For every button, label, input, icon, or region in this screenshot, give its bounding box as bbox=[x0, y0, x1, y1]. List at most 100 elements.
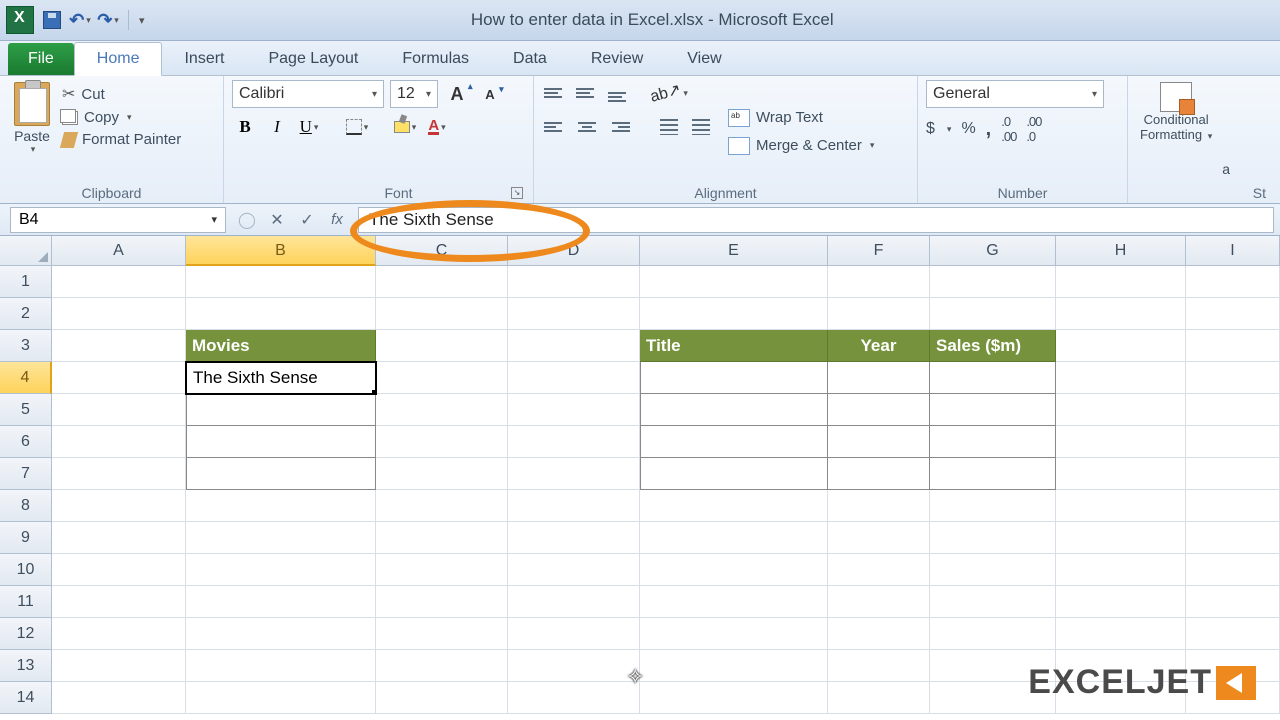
tab-insert[interactable]: Insert bbox=[162, 43, 246, 75]
cell-E14[interactable] bbox=[640, 682, 828, 714]
tab-review[interactable]: Review bbox=[569, 43, 665, 75]
cell-G7[interactable] bbox=[930, 458, 1056, 490]
row-header-11[interactable]: 11 bbox=[0, 586, 52, 618]
cell-D2[interactable] bbox=[508, 298, 640, 330]
cell-F13[interactable] bbox=[828, 650, 930, 682]
cell-E3[interactable]: Title bbox=[640, 330, 828, 362]
tab-formulas[interactable]: Formulas bbox=[380, 43, 491, 75]
formula-input[interactable]: The Sixth Sense bbox=[358, 207, 1274, 233]
cell-D4[interactable] bbox=[508, 362, 640, 394]
row-header-8[interactable]: 8 bbox=[0, 490, 52, 522]
cell-F8[interactable] bbox=[828, 490, 930, 522]
row-header-6[interactable]: 6 bbox=[0, 426, 52, 458]
cell-B14[interactable] bbox=[186, 682, 376, 714]
cell-A8[interactable] bbox=[52, 490, 186, 522]
col-header-A[interactable]: A bbox=[52, 236, 186, 266]
cell-I2[interactable] bbox=[1186, 298, 1280, 330]
col-header-H[interactable]: H bbox=[1056, 236, 1186, 266]
cell-E1[interactable] bbox=[640, 266, 828, 298]
cell-H5[interactable] bbox=[1056, 394, 1186, 426]
cell-C3[interactable] bbox=[376, 330, 508, 362]
cell-E13[interactable] bbox=[640, 650, 828, 682]
font-size-combo[interactable]: 12▾ bbox=[390, 80, 438, 108]
row-header-14[interactable]: 14 bbox=[0, 682, 52, 714]
cell-A7[interactable] bbox=[52, 458, 186, 490]
cell-A9[interactable] bbox=[52, 522, 186, 554]
conditional-formatting-button[interactable]: ConditionalFormatting ▾ bbox=[1136, 80, 1216, 183]
cell-H3[interactable] bbox=[1056, 330, 1186, 362]
cell-E10[interactable] bbox=[640, 554, 828, 586]
cell-C8[interactable] bbox=[376, 490, 508, 522]
undo-button[interactable]: ↶▾ bbox=[68, 8, 92, 32]
cell-B5[interactable] bbox=[186, 394, 376, 426]
align-left-button[interactable] bbox=[542, 114, 568, 140]
cell-H7[interactable] bbox=[1056, 458, 1186, 490]
cell-G4[interactable] bbox=[930, 362, 1056, 394]
cell-I12[interactable] bbox=[1186, 618, 1280, 650]
cell-B1[interactable] bbox=[186, 266, 376, 298]
comma-button[interactable]: , bbox=[986, 118, 992, 141]
increase-decimal-button[interactable]: .0.00 bbox=[1001, 114, 1016, 144]
cell-I5[interactable] bbox=[1186, 394, 1280, 426]
cell-E6[interactable] bbox=[640, 426, 828, 458]
cell-G6[interactable] bbox=[930, 426, 1056, 458]
cancel-button[interactable]: ✕ bbox=[262, 207, 292, 233]
cell-D3[interactable] bbox=[508, 330, 640, 362]
cell-F6[interactable] bbox=[828, 426, 930, 458]
cell-F3[interactable]: Year bbox=[828, 330, 930, 362]
col-header-D[interactable]: D bbox=[508, 236, 640, 266]
cell-F9[interactable] bbox=[828, 522, 930, 554]
cell-C6[interactable] bbox=[376, 426, 508, 458]
cell-A2[interactable] bbox=[52, 298, 186, 330]
dialog-launcher-icon[interactable]: ↘ bbox=[511, 187, 523, 199]
cell-D5[interactable] bbox=[508, 394, 640, 426]
row-header-1[interactable]: 1 bbox=[0, 266, 52, 298]
font-name-combo[interactable]: Calibri▾ bbox=[232, 80, 384, 108]
cell-A10[interactable] bbox=[52, 554, 186, 586]
cell-E5[interactable] bbox=[640, 394, 828, 426]
cell-F14[interactable] bbox=[828, 682, 930, 714]
decrease-decimal-button[interactable]: .00.0 bbox=[1026, 114, 1041, 144]
col-header-I[interactable]: I bbox=[1186, 236, 1280, 266]
cell-F4[interactable] bbox=[828, 362, 930, 394]
tab-view[interactable]: View bbox=[665, 43, 743, 75]
cell-H4[interactable] bbox=[1056, 362, 1186, 394]
cell-H1[interactable] bbox=[1056, 266, 1186, 298]
cell-E11[interactable] bbox=[640, 586, 828, 618]
tab-data[interactable]: Data bbox=[491, 43, 569, 75]
enter-button[interactable]: ✓ bbox=[292, 207, 322, 233]
cell-G5[interactable] bbox=[930, 394, 1056, 426]
currency-button[interactable]: $ bbox=[926, 120, 935, 138]
cell-D6[interactable] bbox=[508, 426, 640, 458]
italic-button[interactable]: I bbox=[264, 114, 290, 140]
cell-I9[interactable] bbox=[1186, 522, 1280, 554]
cell-B10[interactable] bbox=[186, 554, 376, 586]
cell-H11[interactable] bbox=[1056, 586, 1186, 618]
cell-A1[interactable] bbox=[52, 266, 186, 298]
row-header-10[interactable]: 10 bbox=[0, 554, 52, 586]
cell-G3[interactable]: Sales ($m) bbox=[930, 330, 1056, 362]
tab-home[interactable]: Home bbox=[74, 42, 163, 76]
select-all-corner[interactable] bbox=[0, 236, 52, 266]
cell-I7[interactable] bbox=[1186, 458, 1280, 490]
cell-H12[interactable] bbox=[1056, 618, 1186, 650]
cell-B2[interactable] bbox=[186, 298, 376, 330]
cell-G8[interactable] bbox=[930, 490, 1056, 522]
cell-B3[interactable]: Movies bbox=[186, 330, 376, 362]
cell-G10[interactable] bbox=[930, 554, 1056, 586]
cell-A14[interactable] bbox=[52, 682, 186, 714]
align-center-button[interactable] bbox=[574, 114, 600, 140]
cell-E8[interactable] bbox=[640, 490, 828, 522]
cell-D11[interactable] bbox=[508, 586, 640, 618]
cell-A13[interactable] bbox=[52, 650, 186, 682]
cell-E4[interactable] bbox=[640, 362, 828, 394]
cell-H9[interactable] bbox=[1056, 522, 1186, 554]
number-format-combo[interactable]: General▾ bbox=[926, 80, 1104, 108]
cell-C11[interactable] bbox=[376, 586, 508, 618]
col-header-G[interactable]: G bbox=[930, 236, 1056, 266]
cell-A11[interactable] bbox=[52, 586, 186, 618]
grow-font-button[interactable]: A bbox=[444, 81, 470, 107]
cell-A5[interactable] bbox=[52, 394, 186, 426]
cell-F5[interactable] bbox=[828, 394, 930, 426]
fill-color-button[interactable]: ▾ bbox=[392, 114, 418, 140]
